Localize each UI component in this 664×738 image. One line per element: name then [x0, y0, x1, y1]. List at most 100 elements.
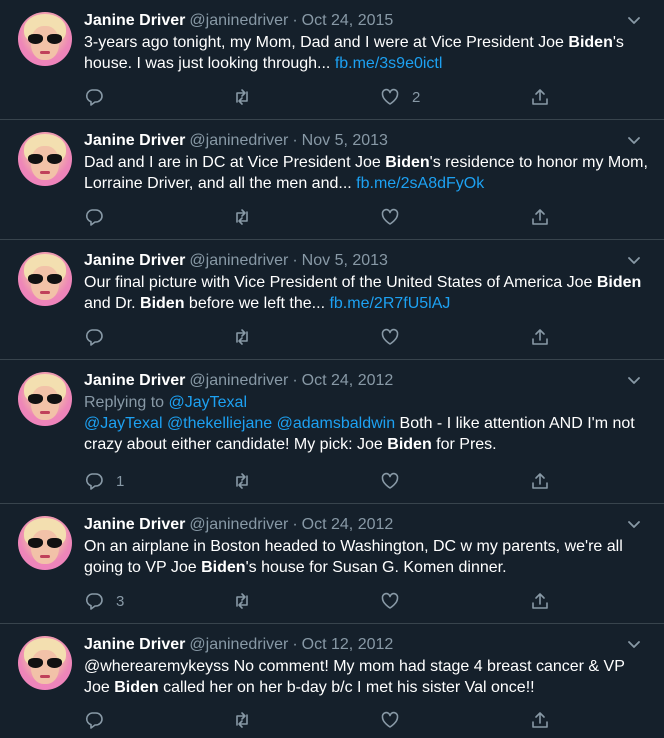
chevron-down-icon[interactable] — [626, 132, 642, 148]
tweet-header: Janine Driver @janinedriver · Nov 5, 2013 — [84, 130, 648, 152]
chevron-down-icon[interactable] — [626, 252, 642, 268]
reply-icon — [85, 712, 103, 729]
avatar[interactable] — [18, 372, 72, 426]
tweet-mentions[interactable]: @JayTexal @thekelliejane @adamsbaldwin — [84, 415, 395, 432]
separator: · — [292, 252, 298, 269]
separator: · — [292, 12, 298, 29]
reply-count: 3 — [116, 592, 125, 610]
tweet-header: Janine Driver @janinedriver · Oct 24, 2012 — [84, 514, 648, 536]
avatar[interactable] — [18, 636, 72, 690]
tweet[interactable]: Janine Driver @janinedriver · Oct 12, 2012 … — [0, 624, 664, 738]
avatar[interactable] — [18, 252, 72, 306]
retweet-icon — [236, 89, 248, 105]
tweet-actions — [84, 708, 564, 732]
reply-count: 1 — [116, 472, 125, 490]
tweet[interactable]: Janine Driver @janinedriver · Nov 5, 2013 O… — [0, 240, 664, 360]
share-icon — [532, 593, 548, 609]
like-button[interactable] — [380, 589, 400, 613]
tweet-actions: 1 — [84, 469, 564, 493]
author-name[interactable]: Janine Driver — [84, 12, 185, 29]
share-button[interactable] — [530, 589, 550, 613]
retweet-button[interactable] — [232, 589, 252, 613]
retweet-button[interactable] — [232, 708, 252, 732]
avatar[interactable] — [18, 132, 72, 186]
tweet-link[interactable]: fb.me/2sA8dFyOk — [356, 175, 484, 192]
retweet-button[interactable] — [232, 325, 252, 349]
avatar[interactable] — [18, 516, 72, 570]
tweet-actions: 3 — [84, 589, 564, 613]
separator: · — [292, 372, 298, 389]
author-handle[interactable]: @janinedriver — [189, 12, 288, 29]
separator: · — [292, 636, 298, 653]
retweet-icon — [236, 473, 248, 489]
tweet-header: Janine Driver @janinedriver · Oct 24, 2012 — [84, 370, 648, 392]
share-button[interactable] — [530, 205, 550, 229]
author-handle[interactable]: @janinedriver — [189, 372, 288, 389]
tweet[interactable]: Janine Driver @janinedriver · Oct 24, 2012 … — [0, 504, 664, 624]
tweet-text: On an airplane in Boston headed to Washi… — [84, 538, 623, 576]
author-name[interactable]: Janine Driver — [84, 132, 185, 149]
retweet-button[interactable] — [232, 205, 252, 229]
chevron-down-icon[interactable] — [626, 12, 642, 28]
tweet[interactable]: Janine Driver @janinedriver · Oct 24, 2015 … — [0, 0, 664, 120]
share-icon — [532, 473, 548, 489]
share-button[interactable] — [530, 325, 550, 349]
chevron-down-icon[interactable] — [626, 636, 642, 652]
tweet-date[interactable]: Nov 5, 2013 — [302, 132, 388, 149]
tweet-header: Janine Driver @janinedriver · Oct 24, 2015 — [84, 10, 648, 32]
like-button[interactable] — [380, 325, 400, 349]
like-count: 2 — [412, 88, 421, 106]
heart-icon — [381, 88, 399, 105]
share-icon — [532, 89, 548, 105]
author-name[interactable]: Janine Driver — [84, 372, 185, 389]
tweet-date[interactable]: Oct 24, 2012 — [302, 516, 394, 533]
like-button[interactable] — [380, 205, 400, 229]
like-button[interactable]: 2 — [380, 85, 420, 109]
like-button[interactable] — [380, 708, 400, 732]
heart-icon — [381, 711, 399, 728]
reply-button[interactable] — [84, 205, 104, 229]
reply-button[interactable] — [84, 708, 104, 732]
reply-button[interactable] — [84, 325, 104, 349]
reply-icon — [85, 473, 103, 490]
author-name[interactable]: Janine Driver — [84, 636, 185, 653]
tweet-actions — [84, 325, 564, 349]
share-icon — [532, 209, 548, 225]
author-name[interactable]: Janine Driver — [84, 252, 185, 269]
tweet-actions: 2 — [84, 85, 564, 109]
tweet[interactable]: Janine Driver @janinedriver · Nov 5, 2013 D… — [0, 120, 664, 240]
tweet-link[interactable]: fb.me/3s9e0ictl — [335, 55, 443, 72]
tweet-date[interactable]: Oct 24, 2012 — [302, 372, 394, 389]
tweet-date[interactable]: Oct 12, 2012 — [302, 636, 394, 653]
tweet-date[interactable]: Nov 5, 2013 — [302, 252, 388, 269]
reply-button[interactable]: 3 — [84, 589, 124, 613]
chevron-down-icon[interactable] — [626, 372, 642, 388]
like-button[interactable] — [380, 469, 400, 493]
share-icon — [532, 712, 548, 728]
tweet[interactable]: Janine Driver @janinedriver · Oct 24, 2012 … — [0, 360, 664, 504]
author-handle[interactable]: @janinedriver — [189, 636, 288, 653]
tweet-actions — [84, 205, 564, 229]
reply-button[interactable] — [84, 85, 104, 109]
replying-to: Replying to @JayTexal — [84, 394, 248, 411]
retweet-icon — [236, 329, 248, 345]
reply-icon — [85, 329, 103, 346]
retweet-icon — [236, 209, 248, 225]
heart-icon — [381, 472, 399, 489]
tweet-link[interactable]: fb.me/2R7fU5lAJ — [329, 295, 450, 312]
timeline: Janine Driver @janinedriver · Oct 24, 2015 … — [0, 0, 664, 738]
replying-to-mention[interactable]: @JayTexal — [169, 394, 248, 411]
chevron-down-icon[interactable] — [626, 516, 642, 532]
author-handle[interactable]: @janinedriver — [189, 132, 288, 149]
author-name[interactable]: Janine Driver — [84, 516, 185, 533]
share-button[interactable] — [530, 85, 550, 109]
avatar[interactable] — [18, 12, 72, 66]
retweet-button[interactable] — [232, 85, 252, 109]
retweet-button[interactable] — [232, 469, 252, 493]
reply-button[interactable]: 1 — [84, 469, 124, 493]
author-handle[interactable]: @janinedriver — [189, 252, 288, 269]
share-button[interactable] — [530, 469, 550, 493]
author-handle[interactable]: @janinedriver — [189, 516, 288, 533]
share-button[interactable] — [530, 708, 550, 732]
tweet-date[interactable]: Oct 24, 2015 — [302, 12, 394, 29]
